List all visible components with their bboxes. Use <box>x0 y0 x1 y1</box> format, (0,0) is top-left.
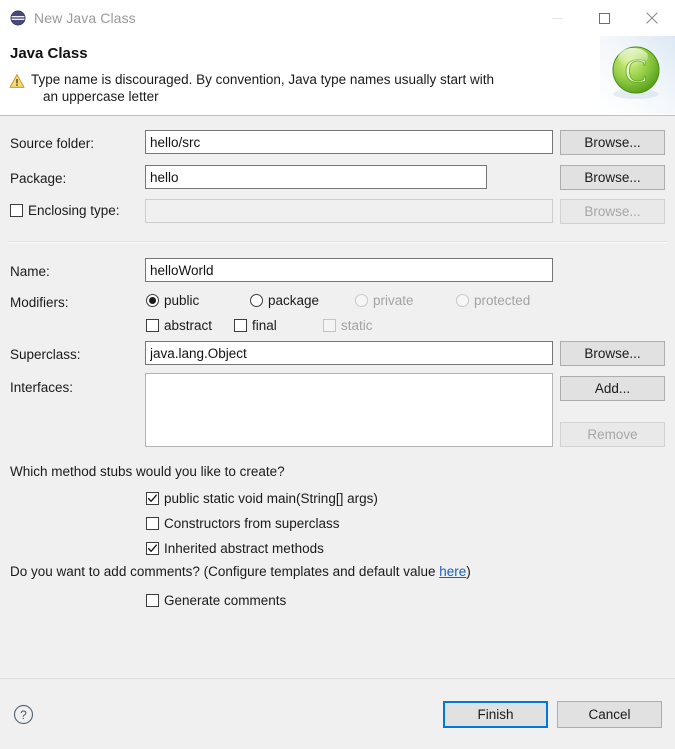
cancel-button[interactable]: Cancel <box>557 701 662 728</box>
name-label: Name: <box>10 263 50 279</box>
green-class-logo: C <box>600 36 675 114</box>
radio-protected <box>456 293 469 307</box>
configure-templates-link[interactable]: here <box>439 564 466 579</box>
status-message: Type name is discouraged. By convention,… <box>9 71 589 105</box>
modifier-radio-package[interactable]: package <box>250 290 319 310</box>
enclosing-type-browse-button: Browse... <box>560 199 665 224</box>
package-input[interactable] <box>145 165 487 189</box>
svg-text:?: ? <box>20 708 27 722</box>
method-stubs-question: Which method stubs would you like to cre… <box>10 464 285 479</box>
package-browse-button[interactable]: Browse... <box>560 165 665 190</box>
interfaces-label: Interfaces: <box>10 379 74 395</box>
modifier-checkbox-static: static <box>323 315 373 335</box>
modifier-abstract-label: abstract <box>164 317 213 333</box>
checkbox-static <box>323 318 336 332</box>
status-message-text: Type name is discouraged. By convention,… <box>31 71 494 105</box>
checkbox-generate-comments[interactable] <box>146 593 159 607</box>
source-folder-browse-button[interactable]: Browse... <box>560 130 665 155</box>
interfaces-remove-button: Remove <box>560 422 665 447</box>
comments-question: Do you want to add comments? (Configure … <box>10 564 471 579</box>
stub-checkbox-constructors[interactable]: Constructors from superclass <box>146 513 340 533</box>
close-button[interactable] <box>628 0 675 36</box>
radio-public[interactable] <box>146 293 159 307</box>
generate-comments-label: Generate comments <box>164 592 287 608</box>
modifier-public-label: public <box>164 292 200 308</box>
help-icon[interactable]: ? <box>13 704 34 725</box>
enclosing-type-checkbox-group[interactable]: Enclosing type: <box>10 200 120 220</box>
warning-icon <box>9 73 25 89</box>
status-message-line2: an uppercase letter <box>43 89 159 104</box>
modifier-protected-label: protected <box>474 292 531 308</box>
title-bar: New Java Class <box>0 0 675 36</box>
window-title: New Java Class <box>34 10 136 26</box>
modifier-final-label: final <box>252 317 277 333</box>
checkbox-abstract[interactable] <box>146 318 159 332</box>
radio-private <box>355 293 368 307</box>
modifiers-label: Modifiers: <box>10 294 69 310</box>
stub-main-label: public static void main(String[] args) <box>164 490 378 506</box>
modifier-checkbox-final[interactable]: final <box>234 315 277 335</box>
stub-inherited-label: Inherited abstract methods <box>164 540 324 556</box>
new-java-class-dialog: New Java Class Java Class Type name is d… <box>0 0 675 749</box>
comments-question-suffix: ) <box>466 564 471 579</box>
checkbox-inherited-abstract[interactable] <box>146 541 159 555</box>
stub-checkbox-inherited[interactable]: Inherited abstract methods <box>146 538 324 558</box>
finish-button[interactable]: Finish <box>443 701 548 728</box>
checkbox-constructors[interactable] <box>146 516 159 530</box>
modifier-radio-protected: protected <box>456 290 530 310</box>
interfaces-add-button[interactable]: Add... <box>560 376 665 401</box>
checkbox-main-method[interactable] <box>146 491 159 505</box>
checkbox-final[interactable] <box>234 318 247 332</box>
modifier-checkbox-abstract[interactable]: abstract <box>146 315 212 335</box>
window-controls <box>534 0 675 36</box>
enclosing-type-checkbox[interactable] <box>10 203 23 217</box>
source-folder-label: Source folder: <box>10 135 95 151</box>
enclosing-type-input <box>145 199 553 223</box>
modifier-package-label: package <box>268 292 320 308</box>
superclass-label: Superclass: <box>10 346 81 362</box>
maximize-button[interactable] <box>581 0 628 36</box>
eclipse-wizard-icon <box>10 10 26 26</box>
page-title: Java Class <box>10 45 88 62</box>
section-divider-1 <box>8 241 667 243</box>
stub-constructors-label: Constructors from superclass <box>164 515 340 531</box>
wizard-header: Java Class Type name is discouraged. By … <box>0 36 675 116</box>
package-label: Package: <box>10 170 67 186</box>
generate-comments-checkbox-group[interactable]: Generate comments <box>146 590 286 610</box>
stub-checkbox-main[interactable]: public static void main(String[] args) <box>146 488 378 508</box>
source-folder-input[interactable] <box>145 130 553 154</box>
superclass-browse-button[interactable]: Browse... <box>560 341 665 366</box>
minimize-button[interactable] <box>534 0 581 36</box>
radio-package[interactable] <box>250 293 263 307</box>
name-input[interactable] <box>145 258 553 282</box>
superclass-input[interactable] <box>145 341 553 365</box>
interfaces-list[interactable] <box>145 373 553 447</box>
status-message-line1: Type name is discouraged. By convention,… <box>31 72 494 87</box>
dialog-footer: ? Finish Cancel <box>0 678 675 749</box>
modifier-radio-public[interactable]: public <box>146 290 199 310</box>
wizard-body: Source folder: Browse... Package: Browse… <box>0 116 675 678</box>
enclosing-type-label: Enclosing type: <box>28 202 120 218</box>
modifier-static-label: static <box>341 317 373 333</box>
modifier-private-label: private <box>373 292 414 308</box>
comments-question-prefix: Do you want to add comments? (Configure … <box>10 564 440 579</box>
modifier-radio-private: private <box>355 290 414 310</box>
row-modifiers: Modifiers: <box>0 289 675 315</box>
